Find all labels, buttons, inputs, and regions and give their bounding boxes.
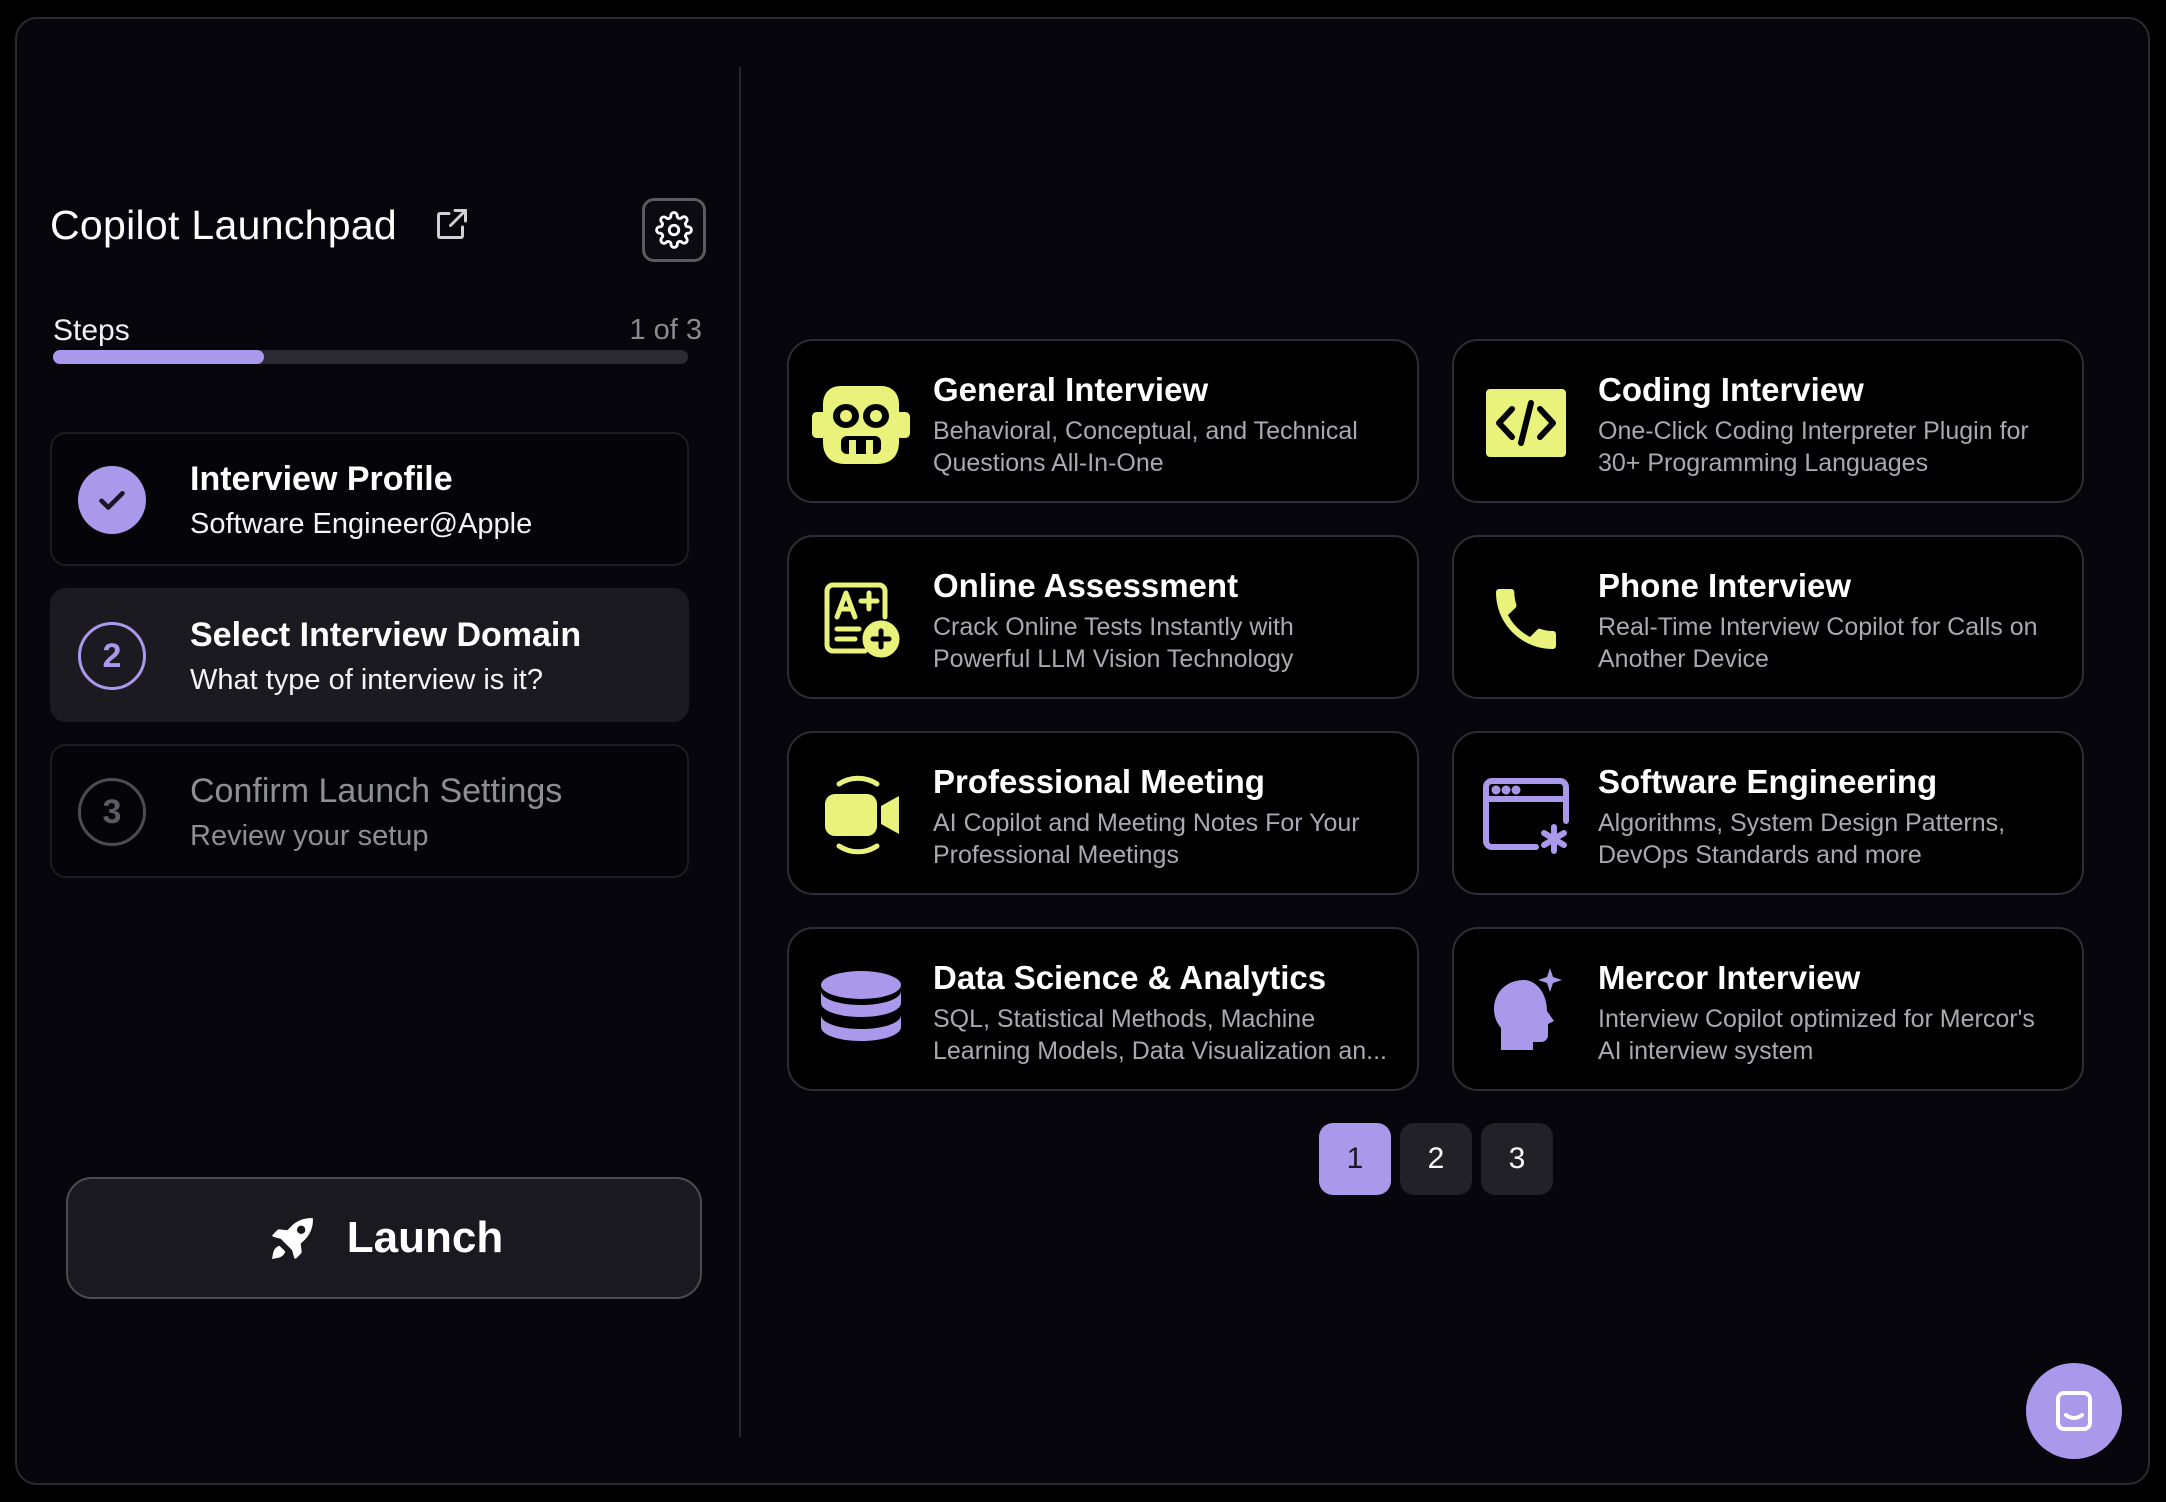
card-online-assessment[interactable]: Online Assessment Crack Online Tests Ins… [787, 535, 1419, 699]
steps-progress-fill [53, 350, 265, 364]
database-icon [809, 961, 913, 1061]
rocket-icon [271, 1218, 313, 1259]
robot-icon [809, 373, 913, 473]
settings-button[interactable] [642, 198, 706, 262]
steps-progress-bar [53, 350, 688, 364]
step-subtitle: Software Engineer@Apple [190, 508, 533, 540]
card-general-interview[interactable]: General Interview Behavioral, Conceptual… [787, 339, 1419, 503]
phone-icon [1474, 569, 1578, 669]
step-title: Interview Profile [190, 460, 453, 498]
ai-head-icon [1474, 961, 1578, 1061]
card-description: Real-Time Interview Copilot for Calls on… [1598, 613, 2038, 673]
step-title: Confirm Launch Settings [190, 772, 563, 810]
card-coding-interview[interactable]: Coding Interview One-Click Coding Interp… [1452, 339, 2084, 503]
card-software-engineering[interactable]: Software Engineering Algorithms, System … [1452, 731, 2084, 895]
card-title: Online Assessment [933, 567, 1239, 604]
card-data-science-analytics[interactable]: Data Science & Analytics SQL, Statistica… [787, 927, 1419, 1091]
card-title: Coding Interview [1598, 371, 1864, 408]
card-description: Crack Online Tests Instantly with Powerfu… [933, 613, 1294, 673]
chat-launcher-button[interactable] [2026, 1363, 2122, 1459]
step-number: 2 [78, 622, 146, 690]
card-title: Phone Interview [1598, 567, 1852, 604]
step-confirm-launch-settings[interactable]: 3 Confirm Launch Settings Review your se… [50, 744, 689, 878]
grade-icon [809, 569, 913, 669]
page-button-1[interactable]: 1 [1319, 1123, 1391, 1195]
card-description: SQL, Statistical Methods, Machine Learnin… [933, 1005, 1387, 1065]
step-complete-marker [78, 466, 146, 534]
card-description: AI Copilot and Meeting Notes For Your Pro… [933, 809, 1360, 869]
launch-label: Launch [346, 1213, 504, 1262]
page-button-3[interactable]: 3 [1481, 1123, 1553, 1195]
video-call-icon [809, 765, 913, 865]
chat-icon [2056, 1391, 2092, 1431]
step-number: 3 [78, 778, 146, 846]
code-icon [1474, 373, 1578, 473]
external-link-icon[interactable] [434, 206, 470, 242]
card-description: One-Click Coding Interpreter Plugin for 3… [1598, 417, 2029, 477]
step-subtitle: Review your setup [190, 820, 429, 852]
page-button-2[interactable]: 2 [1400, 1123, 1472, 1195]
launchpad-header: Copilot Launchpad [50, 186, 706, 262]
gear-icon [655, 211, 693, 249]
step-title: Select Interview Domain [190, 616, 582, 654]
card-title: Software Engineering [1598, 763, 1938, 800]
steps-count: 1 of 3 [629, 314, 702, 346]
card-phone-interview[interactable]: Phone Interview Real-Time Interview Copi… [1452, 535, 2084, 699]
card-mercor-interview[interactable]: Mercor Interview Interview Copilot optim… [1452, 927, 2084, 1091]
steps-label: Steps [53, 314, 130, 347]
card-title: Data Science & Analytics [933, 959, 1327, 996]
page-title: Copilot Launchpad [50, 202, 398, 248]
card-title: Mercor Interview [1598, 959, 1861, 996]
card-description: Behavioral, Conceptual, and Technical Que… [933, 417, 1358, 477]
card-description: Interview Copilot optimized for Mercor's… [1598, 1005, 2035, 1065]
check-icon [99, 491, 125, 510]
card-title: General Interview [933, 371, 1209, 408]
pagination: 1 2 3 [1319, 1123, 1553, 1195]
panel-divider [739, 67, 741, 1437]
browser-settings-icon [1474, 765, 1578, 865]
card-description: Algorithms, System Design Patterns, DevOp… [1598, 809, 2006, 869]
card-professional-meeting[interactable]: Professional Meeting AI Copilot and Meet… [787, 731, 1419, 895]
step-interview-profile[interactable]: Interview Profile Software Engineer@Appl… [50, 432, 689, 566]
step-select-interview-domain[interactable]: 2 Select Interview Domain What type of i… [50, 588, 689, 722]
launch-button[interactable]: Launch [66, 1177, 702, 1299]
card-title: Professional Meeting [933, 763, 1265, 800]
step-subtitle: What type of interview is it? [190, 664, 543, 696]
